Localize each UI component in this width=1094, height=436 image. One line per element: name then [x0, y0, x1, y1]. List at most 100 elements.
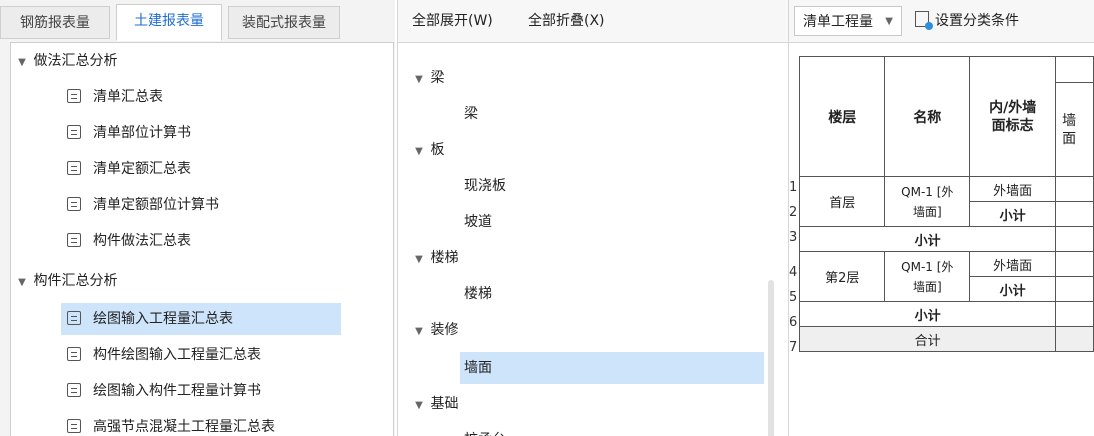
- cell-line: QM-1 [外: [901, 184, 954, 199]
- cell-floor-subtotal[interactable]: 小计: [798, 301, 1057, 327]
- tree-item-bill-quota-location-calc[interactable]: 清单定额部位计算书: [67, 189, 219, 221]
- tree-item-label: 清单定额汇总表: [93, 161, 191, 177]
- tab-prefab-report[interactable]: 装配式报表量: [228, 6, 340, 39]
- cell-wall-flag[interactable]: 外墙面: [969, 176, 1057, 202]
- component-tree: ▼ 梁 梁 ▼ 板 现浇板 坡道 ▼ 楼梯 楼梯 ▼ 装修 墙面 ▼ 基础 桩承…: [408, 56, 780, 436]
- cell-floor[interactable]: 第2层: [798, 251, 886, 302]
- tree-item-stair[interactable]: 楼梯: [464, 278, 492, 310]
- cell-line: 墙面]: [912, 279, 942, 294]
- tree-item-component-drawing-summary[interactable]: 构件绘图输入工程量汇总表: [67, 339, 261, 371]
- tree-item-pile-cap[interactable]: 桩承台: [464, 424, 506, 436]
- tree-group-method-summary[interactable]: ▼ 做法汇总分析: [15, 45, 117, 77]
- tree-group-label: 基础: [430, 396, 459, 412]
- tree-item-drawing-input-summary[interactable]: 绘图输入工程量汇总表: [61, 303, 341, 335]
- tree-item-label: 绘图输入工程量汇总表: [93, 311, 233, 327]
- cell-value[interactable]: [1055, 301, 1094, 327]
- tree-item-high-strength-concrete[interactable]: 高强节点混凝土工程量汇总表: [67, 411, 275, 436]
- component-tree-panel: 全部展开(W) 全部折叠(X) ▼ 梁 梁 ▼ 板 现浇板 坡道 ▼ 楼梯 楼梯…: [397, 0, 789, 436]
- cell-value[interactable]: [1055, 201, 1094, 227]
- quantity-type-select[interactable]: 清单工程量 ▼: [794, 6, 902, 36]
- report-type-tabs: 钢筋报表量 土建报表量 装配式报表量: [0, 0, 395, 42]
- col-header-extra-top: [1055, 56, 1094, 83]
- tree-item-bill-location-calc[interactable]: 清单部位计算书: [67, 117, 191, 149]
- col-header-extra: 墙 面: [1055, 82, 1094, 177]
- tree-group-slab[interactable]: ▼ 板: [412, 134, 444, 166]
- col-header-floor: 楼层: [798, 56, 886, 177]
- tree-item-drawing-component-calc[interactable]: 绘图输入构件工程量计算书: [67, 375, 261, 407]
- row-number: 2: [789, 205, 798, 220]
- tree-group-component-summary[interactable]: ▼ 构件汇总分析: [15, 265, 117, 297]
- row-number: 3: [789, 230, 798, 245]
- tree-group-foundation[interactable]: ▼ 基础: [412, 388, 458, 420]
- tree-group-label: 构件汇总分析: [33, 273, 118, 289]
- tree-group-label: 楼梯: [430, 250, 459, 266]
- cell-value[interactable]: [1055, 251, 1094, 277]
- tree-item-wall-surface[interactable]: 墙面: [460, 352, 764, 384]
- header-line: 面标志: [991, 117, 1034, 134]
- cell-name[interactable]: QM-1 [外 墙面]: [884, 251, 971, 302]
- header-line: 内/外墙: [989, 99, 1037, 116]
- collapse-caret-icon[interactable]: ▼: [412, 64, 426, 96]
- component-tree-toolbar: 全部展开(W) 全部折叠(X): [398, 0, 788, 43]
- set-category-condition-button[interactable]: 设置分类条件: [915, 6, 1019, 36]
- tree-item-cast-slab[interactable]: 现浇板: [464, 170, 506, 202]
- button-label: 设置分类条件: [935, 13, 1019, 29]
- filter-settings-icon: [915, 11, 933, 30]
- tree-group-beam[interactable]: ▼ 梁: [412, 62, 444, 94]
- tree-item-bill-summary[interactable]: 清单汇总表: [67, 81, 163, 113]
- tree-group-label: 装修: [430, 322, 459, 338]
- tab-civil-report[interactable]: 土建报表量: [116, 4, 222, 41]
- cell-value[interactable]: [1055, 226, 1094, 252]
- cell-value[interactable]: [1055, 326, 1094, 352]
- report-tree: ▼ 做法汇总分析 清单汇总表 清单部位计算书 清单定额汇总表 清单定额部位计算书…: [10, 42, 394, 436]
- vertical-scrollbar[interactable]: [768, 280, 774, 436]
- row-number: 7: [789, 340, 798, 355]
- tree-item-component-method-summary[interactable]: 构件做法汇总表: [67, 225, 191, 257]
- tree-group-label: 板: [430, 142, 445, 158]
- tree-item-label: 清单部位计算书: [93, 125, 191, 141]
- row-number: 6: [789, 315, 798, 330]
- cell-wall-flag[interactable]: 外墙面: [969, 251, 1057, 277]
- report-grid: 1 2 3 4 5 6 7 楼层 名称 内/外墙 面标志 墙 面 首层 QM-1…: [789, 56, 1094, 436]
- cell-subtotal[interactable]: 小计: [969, 201, 1057, 227]
- select-value: 清单工程量: [803, 14, 873, 30]
- tree-group-label: 梁: [430, 70, 445, 86]
- report-table: 楼层 名称 内/外墙 面标志 墙 面 首层 QM-1 [外 墙面] 外墙面 小计…: [798, 56, 1094, 352]
- collapse-caret-icon[interactable]: ▼: [412, 390, 426, 422]
- tab-rebar-report[interactable]: 钢筋报表量: [0, 6, 110, 39]
- report-icon: [67, 233, 81, 247]
- cell-value[interactable]: [1055, 276, 1094, 302]
- cell-subtotal[interactable]: 小计: [969, 276, 1057, 302]
- cell-floor-subtotal[interactable]: 小计: [798, 226, 1057, 252]
- row-number: 1: [789, 180, 798, 195]
- report-icon: [67, 161, 81, 175]
- tree-item-label: 绘图输入构件工程量计算书: [93, 383, 261, 399]
- report-panel: 清单工程量 ▼ 设置分类条件 1 2 3 4 5 6 7 楼层 名称 内/外墙 …: [789, 0, 1094, 436]
- cell-value[interactable]: [1055, 176, 1094, 202]
- collapse-caret-icon[interactable]: ▼: [412, 244, 426, 276]
- col-header-name: 名称: [884, 56, 971, 177]
- tree-item-label: 构件做法汇总表: [93, 233, 191, 249]
- collapse-caret-icon[interactable]: ▼: [15, 47, 29, 79]
- expand-all-button[interactable]: 全部展开(W): [412, 0, 493, 42]
- collapse-all-button[interactable]: 全部折叠(X): [528, 0, 605, 42]
- tree-item-ramp[interactable]: 坡道: [464, 206, 492, 238]
- row-number: 5: [789, 290, 798, 305]
- header-line: 墙: [1062, 112, 1077, 129]
- report-icon: [67, 419, 81, 433]
- cell-name[interactable]: QM-1 [外 墙面]: [884, 176, 971, 227]
- tree-group-decoration[interactable]: ▼ 装修: [412, 314, 458, 346]
- cell-grand-total[interactable]: 合计: [798, 326, 1057, 352]
- report-icon: [67, 89, 81, 103]
- cell-line: 墙面]: [912, 204, 942, 219]
- report-icon: [67, 347, 81, 361]
- tree-item-bill-quota-summary[interactable]: 清单定额汇总表: [67, 153, 191, 185]
- tree-item-beam[interactable]: 梁: [464, 98, 478, 130]
- collapse-caret-icon[interactable]: ▼: [15, 267, 29, 299]
- collapse-caret-icon[interactable]: ▼: [412, 136, 426, 168]
- tree-group-stair[interactable]: ▼ 楼梯: [412, 242, 458, 274]
- header-line: 面: [1062, 130, 1077, 147]
- cell-floor[interactable]: 首层: [798, 176, 886, 227]
- collapse-caret-icon[interactable]: ▼: [412, 316, 426, 348]
- tree-group-label: 做法汇总分析: [33, 53, 118, 69]
